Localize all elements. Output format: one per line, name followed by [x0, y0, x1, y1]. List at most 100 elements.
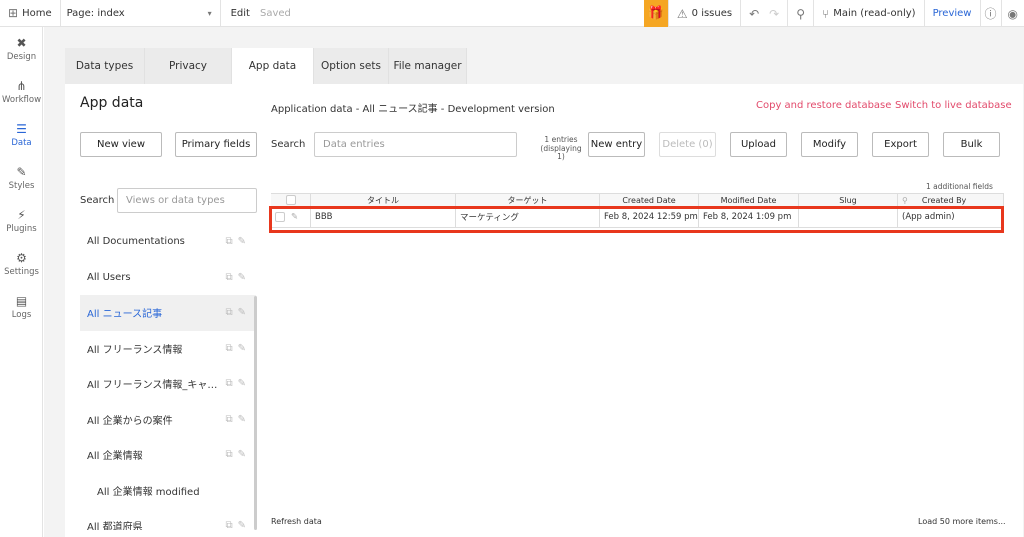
copy-icon[interactable]: ⧉ [225, 272, 232, 283]
branch-icon: ⑂ [822, 6, 830, 21]
pencil-icon[interactable]: ✎ [238, 343, 246, 354]
top-bar-right: 🎁 ⚠ 0 issues ↶ ↷ ⚲ ⑂ Main (read-only) Pr… [643, 0, 1024, 27]
nav-logs[interactable]: ▤ Logs [0, 285, 43, 328]
entries-search-input[interactable]: Data entries [314, 132, 517, 157]
nav-settings[interactable]: ⚙ Settings [0, 242, 43, 285]
table-header-row: タイトル ターゲット Created Date Modified Date Sl… [271, 193, 1004, 207]
undo-icon[interactable]: ↶ [749, 7, 759, 21]
column-header[interactable]: Slug [799, 194, 898, 206]
pencil-icon[interactable]: ✎ [238, 236, 246, 247]
nav-data[interactable]: ☰ Data [0, 113, 43, 156]
pencil-icon[interactable]: ✎ [238, 272, 246, 283]
modify-button[interactable]: Modify [801, 132, 858, 157]
page-selector[interactable]: Page: index ▾ [61, 0, 221, 27]
list-item[interactable]: All ニュース記事 ⧉ ✎ [80, 295, 256, 331]
header-select-all[interactable] [271, 194, 311, 206]
page-title: App data [80, 95, 144, 111]
preview-label: Preview [932, 8, 972, 19]
undo-redo: ↶ ↷ [740, 0, 787, 27]
preview-button[interactable]: Preview [923, 0, 980, 27]
gear-icon: ⚙ [16, 250, 27, 265]
list-item[interactable]: All 都道府県 ⧉ ✎ [80, 508, 256, 530]
page-label: Page: index [66, 7, 125, 19]
column-header[interactable]: Modified Date [699, 194, 799, 206]
home-label: Home [22, 7, 52, 19]
app-data-subtitle: Application data - All ニュース記事 - Developm… [271, 104, 555, 115]
row-highlight-box [269, 206, 1004, 233]
home-button[interactable]: ⊞ Home [0, 0, 61, 27]
left-nav: ✖ Design ⋔ Workflow ☰ Data ✎ Styles ⚡ Pl… [0, 27, 43, 537]
new-view-button[interactable]: New view [80, 132, 162, 157]
copy-icon[interactable]: ⧉ [225, 449, 232, 460]
entries-search-label: Search [271, 139, 306, 150]
list-item[interactable]: All フリーランス情報_キャ… ⧉ ✎ [80, 366, 256, 402]
list-item[interactable]: All フリーランス情報 ⧉ ✎ [80, 331, 256, 367]
tab-data-types[interactable]: Data types [65, 48, 145, 84]
copy-icon[interactable]: ⧉ [225, 414, 232, 425]
list-item[interactable]: All Users ⧉ ✎ [80, 260, 256, 296]
column-header[interactable]: タイトル [311, 194, 456, 206]
pencil-icon[interactable]: ✎ [238, 449, 246, 460]
pencil-icon[interactable]: ✎ [238, 307, 246, 318]
list-item[interactable]: All 企業からの案件 ⧉ ✎ [80, 402, 256, 438]
help-button[interactable]: ⓘ [979, 0, 1001, 27]
search-icon: ⚲ [796, 6, 806, 21]
switch-live-link[interactable]: Switch to live database [895, 100, 1012, 111]
pencil-icon[interactable]: ✎ [238, 520, 246, 530]
types-search-input[interactable]: Views or data types [117, 188, 257, 213]
nav-plugins[interactable]: ⚡ Plugins [0, 199, 43, 242]
brush-icon: ✎ [16, 164, 27, 179]
tab-option-sets[interactable]: Option sets [314, 48, 389, 84]
tab-privacy[interactable]: Privacy [145, 48, 232, 84]
pencil-icon[interactable]: ✎ [238, 414, 246, 425]
search-icon[interactable]: ⚲ [902, 196, 908, 205]
grid-icon: ⊞ [8, 6, 19, 20]
nav-styles[interactable]: ✎ Styles [0, 156, 43, 199]
top-bar: ⊞ Home Page: index ▾ Edit Saved 🎁 ⚠ 0 is… [0, 0, 1024, 27]
help-icon: ⓘ [984, 7, 997, 21]
saved-status: Saved [259, 7, 291, 19]
copy-icon[interactable]: ⧉ [225, 307, 232, 318]
copy-icon[interactable]: ⧉ [225, 520, 232, 530]
export-button[interactable]: Export [872, 132, 929, 157]
list-item[interactable]: All 企業情報 modified [80, 473, 256, 509]
column-header[interactable]: Created Date [600, 194, 699, 206]
design-icon: ✖ [16, 35, 27, 50]
refresh-data-link[interactable]: Refresh data [271, 517, 322, 526]
tab-app-data[interactable]: App data [232, 48, 314, 84]
copy-restore-link[interactable]: Copy and restore database [756, 100, 891, 111]
select-all-checkbox[interactable] [285, 195, 296, 205]
type-list-scrollbar[interactable] [254, 296, 257, 530]
workflow-icon: ⋔ [16, 78, 27, 93]
new-entry-button[interactable]: New entry [588, 132, 645, 157]
edit-label[interactable]: Edit [231, 8, 250, 19]
pencil-icon[interactable]: ✎ [238, 378, 246, 389]
delete-button[interactable]: Delete (0) [659, 132, 716, 157]
nav-workflow[interactable]: ⋔ Workflow [0, 70, 43, 113]
nav-design[interactable]: ✖ Design [0, 27, 43, 70]
issues-label: 0 issues [691, 8, 733, 19]
branch-selector[interactable]: ⑂ Main (read-only) [813, 0, 924, 27]
copy-icon[interactable]: ⧉ [225, 343, 232, 354]
column-header[interactable]: ターゲット [456, 194, 600, 206]
copy-icon[interactable]: ⧉ [225, 236, 232, 247]
database-icon: ☰ [16, 121, 27, 136]
created-by-header[interactable]: ⚲ Created By [898, 194, 1004, 206]
chevron-down-icon: ▾ [207, 8, 212, 18]
load-more-link[interactable]: Load 50 more items... [918, 517, 1006, 526]
copy-icon[interactable]: ⧉ [225, 378, 232, 389]
entries-count: 1 entries (displaying 1) [540, 135, 582, 161]
account-button[interactable]: ◉ [1000, 0, 1024, 27]
tab-file-manager[interactable]: File manager [389, 48, 467, 84]
issues-button[interactable]: ⚠ 0 issues [667, 0, 740, 27]
document-icon: ▤ [15, 293, 28, 308]
primary-fields-button[interactable]: Primary fields [175, 132, 257, 157]
bulk-button[interactable]: Bulk [943, 132, 1000, 157]
types-search-label: Search [80, 195, 115, 206]
list-item[interactable]: All Documentations ⧉ ✎ [80, 224, 256, 260]
redo-icon[interactable]: ↷ [769, 7, 779, 21]
upload-button[interactable]: Upload [730, 132, 787, 157]
list-item[interactable]: All 企業情報 ⧉ ✎ [80, 437, 256, 473]
search-button[interactable]: ⚲ [787, 0, 813, 27]
gift-icon[interactable]: 🎁 [643, 0, 668, 27]
